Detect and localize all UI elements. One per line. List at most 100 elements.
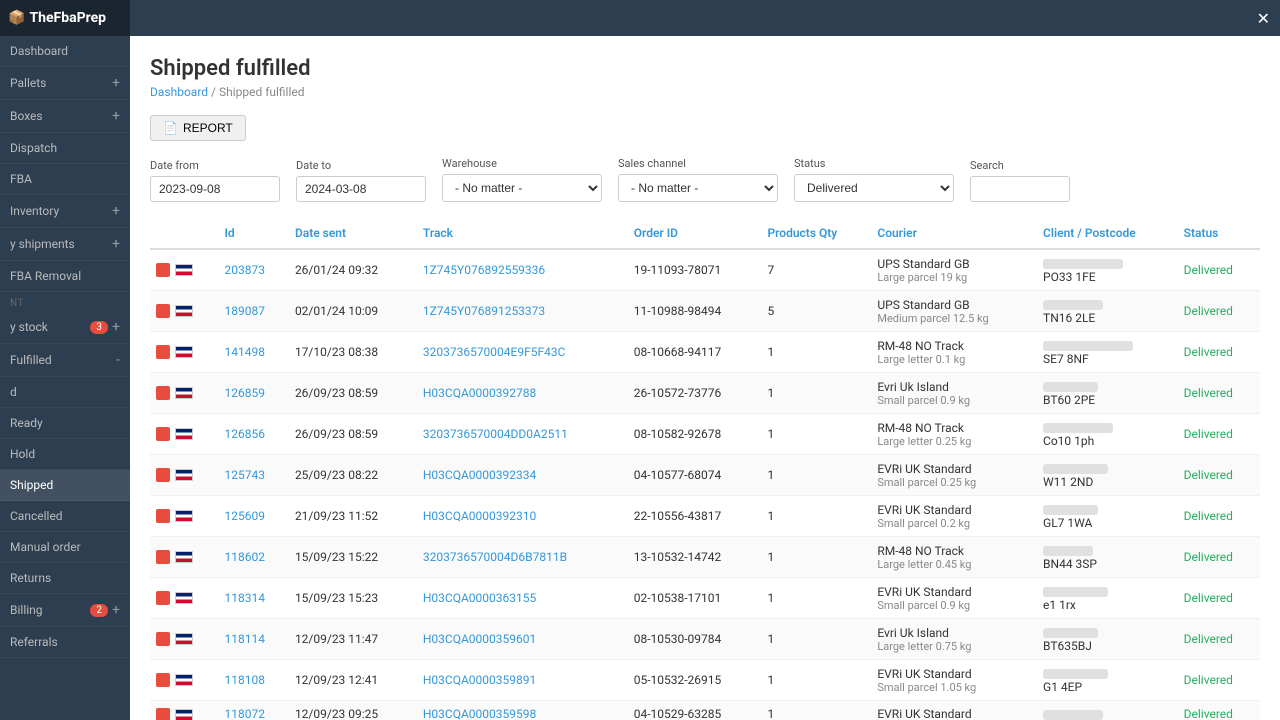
table-row: 12574325/09/23 08:22H03CQA000039233404-1… [150, 455, 1260, 496]
row-track[interactable]: 3203736570004E9F5F43C [417, 332, 628, 373]
id-link[interactable]: 189087 [224, 304, 264, 318]
breadcrumb-home[interactable]: Dashboard [150, 85, 208, 99]
sidebar-item-fba-removal[interactable]: FBA Removal [0, 261, 130, 292]
row-id[interactable]: 118602 [218, 537, 288, 578]
id-link[interactable]: 203873 [224, 263, 264, 277]
track-link[interactable]: H03CQA0000392310 [423, 509, 536, 523]
row-date-sent: 12/09/23 09:25 [289, 701, 417, 720]
sidebar-item-shipments[interactable]: y shipments + [0, 228, 130, 261]
id-link[interactable]: 125609 [224, 509, 264, 523]
sidebar-item-referrals[interactable]: Referrals [0, 627, 130, 658]
row-id[interactable]: 126859 [218, 373, 288, 414]
courier-sub: Large letter 0.75 kg [877, 640, 1031, 653]
sidebar-item-fba[interactable]: FBA [0, 164, 130, 195]
row-id[interactable]: 125743 [218, 455, 288, 496]
sidebar-item-shipped[interactable]: Shipped [0, 470, 130, 501]
sidebar-item-ready[interactable]: Ready [0, 408, 130, 439]
row-track[interactable]: H03CQA0000359891 [417, 660, 628, 701]
col-id[interactable]: Id [218, 218, 288, 249]
row-id[interactable]: 118072 [218, 701, 288, 720]
sidebar-item-dispatch[interactable]: Dispatch [0, 133, 130, 164]
row-track[interactable]: H03CQA0000392334 [417, 455, 628, 496]
track-link[interactable]: H03CQA0000359891 [423, 673, 536, 687]
track-link[interactable]: 1Z745Y076892559336 [423, 263, 545, 277]
date-to-filter: Date to [296, 159, 426, 202]
row-track[interactable]: H03CQA0000359601 [417, 619, 628, 660]
row-icons [150, 537, 218, 578]
sidebar-item-label: Referrals [10, 635, 58, 649]
track-link[interactable]: H03CQA0000392788 [423, 386, 536, 400]
row-track[interactable]: H03CQA0000392310 [417, 496, 628, 537]
close-icon[interactable]: ✕ [1257, 9, 1270, 28]
postcode: BT635BJ [1043, 639, 1172, 653]
id-link[interactable]: 118314 [224, 591, 264, 605]
row-track[interactable]: 3203736570004DD0A2511 [417, 414, 628, 455]
row-id[interactable]: 126856 [218, 414, 288, 455]
row-order-id: 04-10577-68074 [628, 455, 762, 496]
id-link[interactable]: 141498 [224, 345, 264, 359]
row-id[interactable]: 203873 [218, 249, 288, 291]
id-link[interactable]: 126856 [224, 427, 264, 441]
date-to-input[interactable] [296, 176, 426, 202]
row-status: Delivered [1178, 332, 1260, 373]
col-icon [150, 218, 218, 249]
col-date-sent[interactable]: Date sent [289, 218, 417, 249]
sidebar-item-manual-order[interactable]: Manual order [0, 532, 130, 563]
sidebar-item-boxes[interactable]: Boxes + [0, 100, 130, 133]
row-track[interactable]: H03CQA0000392788 [417, 373, 628, 414]
row-courier: UPS Standard GBMedium parcel 12.5 kg [871, 291, 1037, 332]
sidebar-item-label: Dispatch [10, 141, 57, 155]
track-link[interactable]: H03CQA0000359601 [423, 632, 536, 646]
row-date-sent: 26/01/24 09:32 [289, 249, 417, 291]
row-id[interactable]: 141498 [218, 332, 288, 373]
track-link[interactable]: H03CQA0000359598 [423, 707, 536, 720]
sidebar-item-inventory[interactable]: Inventory + [0, 195, 130, 228]
row-id[interactable]: 118314 [218, 578, 288, 619]
track-link[interactable]: 3203736570004D6B7811B [423, 550, 567, 564]
sidebar-item-cancelled[interactable]: Cancelled [0, 501, 130, 532]
row-id[interactable]: 118108 [218, 660, 288, 701]
id-link[interactable]: 126859 [224, 386, 264, 400]
id-link[interactable]: 118108 [224, 673, 264, 687]
row-track[interactable]: H03CQA0000359598 [417, 701, 628, 720]
row-id[interactable]: 189087 [218, 291, 288, 332]
id-link[interactable]: 118072 [224, 707, 264, 720]
warehouse-select[interactable]: - No matter - [442, 174, 602, 202]
sidebar-item-hold[interactable]: Hold [0, 439, 130, 470]
col-track[interactable]: Track [417, 218, 628, 249]
row-track[interactable]: 1Z745Y076892559336 [417, 249, 628, 291]
id-link[interactable]: 118114 [224, 632, 264, 646]
col-client-postcode[interactable]: Client / Postcode [1037, 218, 1178, 249]
track-link[interactable]: 3203736570004E9F5F43C [423, 345, 566, 359]
sales-channel-select[interactable]: - No matter - [618, 174, 778, 202]
status-select[interactable]: Delivered [794, 174, 954, 202]
col-status[interactable]: Status [1178, 218, 1260, 249]
sidebar-item-y-stock[interactable]: y stock 3 + [0, 311, 130, 344]
track-link[interactable]: 1Z745Y076891253373 [423, 304, 545, 318]
row-id[interactable]: 118114 [218, 619, 288, 660]
sidebar-item-returns[interactable]: Returns [0, 563, 130, 594]
row-icons [150, 291, 218, 332]
sidebar-item-billing[interactable]: Billing 2 + [0, 594, 130, 627]
id-link[interactable]: 118602 [224, 550, 264, 564]
sidebar-item-fulfilled[interactable]: Fulfilled - [0, 344, 130, 377]
row-id[interactable]: 125609 [218, 496, 288, 537]
row-track[interactable]: 3203736570004D6B7811B [417, 537, 628, 578]
search-input[interactable] [970, 176, 1070, 202]
report-button[interactable]: 📄 REPORT [150, 115, 246, 141]
row-track[interactable]: 1Z745Y076891253373 [417, 291, 628, 332]
sidebar-item-pallets[interactable]: Pallets + [0, 67, 130, 100]
col-products-qty[interactable]: Products Qty [761, 218, 871, 249]
col-order-id[interactable]: Order ID [628, 218, 762, 249]
track-link[interactable]: 3203736570004DD0A2511 [423, 427, 568, 441]
id-link[interactable]: 125743 [224, 468, 264, 482]
sidebar-item-d[interactable]: d [0, 377, 130, 408]
row-icons [150, 496, 218, 537]
row-track[interactable]: H03CQA0000363155 [417, 578, 628, 619]
track-link[interactable]: H03CQA0000363155 [423, 591, 536, 605]
sidebar-item-dashboard[interactable]: Dashboard [0, 36, 130, 67]
track-link[interactable]: H03CQA0000392334 [423, 468, 536, 482]
col-courier[interactable]: Courier [871, 218, 1037, 249]
date-from-input[interactable] [150, 176, 280, 202]
row-icons [150, 455, 218, 496]
